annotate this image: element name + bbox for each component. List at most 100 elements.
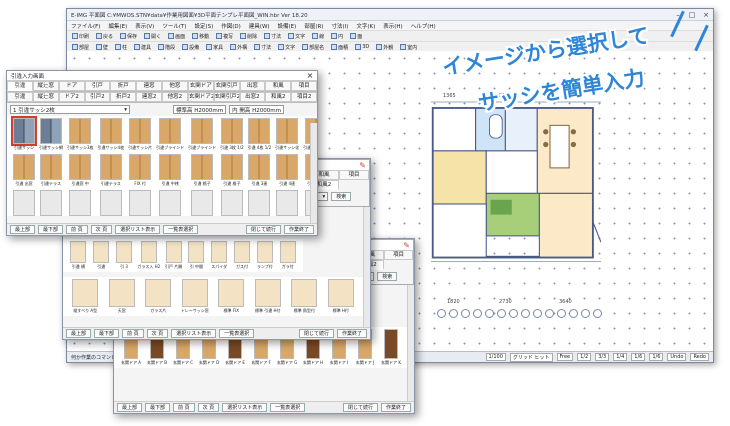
toolbar-button[interactable]: 寸法	[262, 33, 283, 40]
inner-height-select[interactable]: 内 開高 H2000mm	[229, 105, 284, 114]
tab-items[interactable]: 項目	[339, 170, 369, 180]
dialog-button[interactable]: 一覧表選択	[270, 403, 306, 412]
dialog-button[interactable]: 選択リスト表示	[115, 225, 161, 234]
toolbar-button[interactable]: 戻る	[94, 33, 115, 40]
toolbar-button[interactable]: 柱	[113, 44, 129, 51]
sash-tab[interactable]: 引違	[7, 92, 33, 102]
sash-item[interactable]: テラス	[98, 190, 125, 216]
pin-icon[interactable]: ✎	[403, 241, 413, 250]
toolbar-button[interactable]: 外構	[228, 44, 249, 51]
sash-item[interactable]: 引違 格子	[188, 154, 216, 187]
fixture-item[interactable]: 引違	[92, 241, 111, 270]
dialog-button[interactable]: 最上部	[66, 329, 92, 338]
dialog-button[interactable]: 最下部	[38, 225, 64, 234]
toolbar-button[interactable]: 寸法	[252, 44, 273, 51]
toolbar-button[interactable]: 面	[348, 33, 364, 40]
dialog-button[interactable]: 最下部	[94, 329, 120, 338]
door-search-button[interactable]: 検索	[377, 272, 398, 281]
dialog-button[interactable]: 作業終了	[380, 403, 411, 412]
toolbar-button[interactable]: 複写	[214, 33, 235, 40]
sash-item[interactable]: 引違 出窓	[13, 154, 35, 187]
dialog-button[interactable]: 次 頁	[197, 403, 220, 412]
toolbar-button[interactable]: 階段	[156, 44, 177, 51]
toolbar-button[interactable]: 円	[329, 33, 345, 40]
menu-item[interactable]: ファイル(F)	[71, 22, 100, 30]
dialog-button[interactable]: 閉じて続行	[245, 225, 281, 234]
fixture-item[interactable]: ガラ付	[278, 241, 297, 270]
floor-plan[interactable]	[431, 91, 601, 266]
sash-item[interactable]: 引違窓 中	[67, 154, 94, 187]
fixture-item[interactable]: 縦すべり A型	[69, 279, 102, 314]
close-icon[interactable]: ×	[303, 71, 317, 80]
menu-item[interactable]: 寸法(I)	[331, 22, 348, 30]
status-indicator[interactable]: Redo	[690, 353, 709, 361]
status-indicator[interactable]: 1/4	[613, 353, 628, 361]
dialog-button[interactable]: 選択リスト表示	[222, 403, 268, 412]
dialog-button[interactable]: 前 頁	[122, 329, 144, 338]
toolbar-button[interactable]: 削除	[238, 33, 259, 40]
sash-item[interactable]: 引違ブラインド	[156, 118, 184, 151]
sash-tab[interactable]: 折戸	[110, 81, 137, 91]
sash-tab[interactable]: 玄関引戸	[213, 81, 240, 91]
sash-item[interactable]: 引違 中桟	[156, 154, 184, 187]
sash-type-select[interactable]: 1 引違サッシ2枚 ▾	[10, 105, 130, 114]
sash-item[interactable]: 引違テラス	[98, 154, 125, 187]
sash-item[interactable]: 引違サッシ網	[39, 118, 63, 151]
sash-tab[interactable]: 縦辷窓	[32, 92, 59, 102]
status-indicator[interactable]: Undo	[667, 353, 687, 361]
menu-item[interactable]: 表示(V)	[135, 22, 154, 30]
fixture-item[interactable]: 標準 引違 H付	[252, 279, 285, 314]
sash-tab[interactable]: 連窓	[136, 81, 162, 91]
fixture-item[interactable]: ガス付	[233, 241, 252, 270]
sash-tab[interactable]: 玄関引戸2	[213, 92, 240, 102]
toolbar-button[interactable]: 面積	[329, 44, 350, 51]
sash-tab[interactable]: 出窓	[239, 81, 266, 91]
sash-item[interactable]: 引違 テラス	[13, 190, 35, 216]
toolbar-button[interactable]: 開く	[142, 33, 163, 40]
status-indicator[interactable]: 1/6	[649, 353, 664, 361]
sash-item[interactable]: 腰窓 格子	[156, 190, 184, 216]
status-indicator[interactable]: グリッド ヒット	[509, 352, 553, 362]
toolbar-button[interactable]: 線	[310, 33, 326, 40]
sash-item[interactable]: テラス FIX	[67, 190, 94, 216]
dialog-button[interactable]: 一覧表選択	[163, 225, 199, 234]
menu-item[interactable]: 作図(D)	[221, 22, 241, 30]
sash-tab[interactable]: 項目2	[291, 92, 317, 102]
dialog-button[interactable]: 最上部	[10, 225, 36, 234]
sash-item[interactable]: 腰高	[220, 190, 244, 216]
sash-item[interactable]: 引違 3連	[248, 154, 272, 187]
fixture-search-button[interactable]: 検索	[331, 192, 352, 201]
sash-item[interactable]: 引違サッシ	[11, 116, 37, 151]
toolbar-button[interactable]: 画面	[166, 33, 187, 40]
fixture-item[interactable]: スパイダ	[210, 241, 229, 270]
sash-item[interactable]: 腰窓	[248, 190, 272, 216]
menu-item[interactable]: ヘルプ(H)	[411, 22, 436, 30]
dialog-button[interactable]: 閉じて続行	[298, 329, 334, 338]
sash-tab[interactable]: 和風	[265, 81, 292, 91]
menu-item[interactable]: 文字(K)	[356, 22, 375, 30]
sash-item[interactable]: 腰窓 FIX	[128, 190, 152, 216]
sash-tab[interactable]: 他窓2	[162, 92, 188, 102]
sash-item[interactable]: 引違 3枚 1/2	[220, 118, 244, 151]
fixture-item[interactable]: 天窓	[106, 279, 139, 314]
sash-item[interactable]: 引違サッシ3枚	[67, 118, 94, 151]
close-icon[interactable]: ×	[699, 11, 713, 19]
fixture-item[interactable]: ガラス片	[142, 279, 175, 314]
sash-item[interactable]: 腰窓	[275, 190, 299, 216]
door-scrollbar[interactable]	[407, 285, 414, 401]
dialog-button[interactable]: 次 頁	[146, 329, 169, 338]
sash-tab[interactable]: 他窓	[162, 81, 188, 91]
toolbar-button[interactable]: 保存	[118, 33, 139, 40]
toolbar-button[interactable]: 印刷	[70, 33, 91, 40]
fixture-item[interactable]: ランプ付	[255, 241, 274, 270]
toolbar-button[interactable]: 部屋名	[300, 44, 326, 51]
dialog-button[interactable]: 次 頁	[90, 225, 113, 234]
sash-tab[interactable]: 引戸	[84, 81, 111, 91]
fixture-item[interactable]: 標準 角型付	[288, 279, 321, 314]
fixture-item[interactable]: 引違 横	[69, 241, 88, 270]
toolbar-button[interactable]: 外観	[374, 44, 395, 51]
tab-items[interactable]: 項目	[384, 250, 413, 260]
sash-tab[interactable]: 縦辷窓	[32, 81, 59, 91]
sash-item[interactable]: 引違ブラインド	[188, 118, 216, 151]
toolbar-button[interactable]: 家具	[204, 44, 225, 51]
